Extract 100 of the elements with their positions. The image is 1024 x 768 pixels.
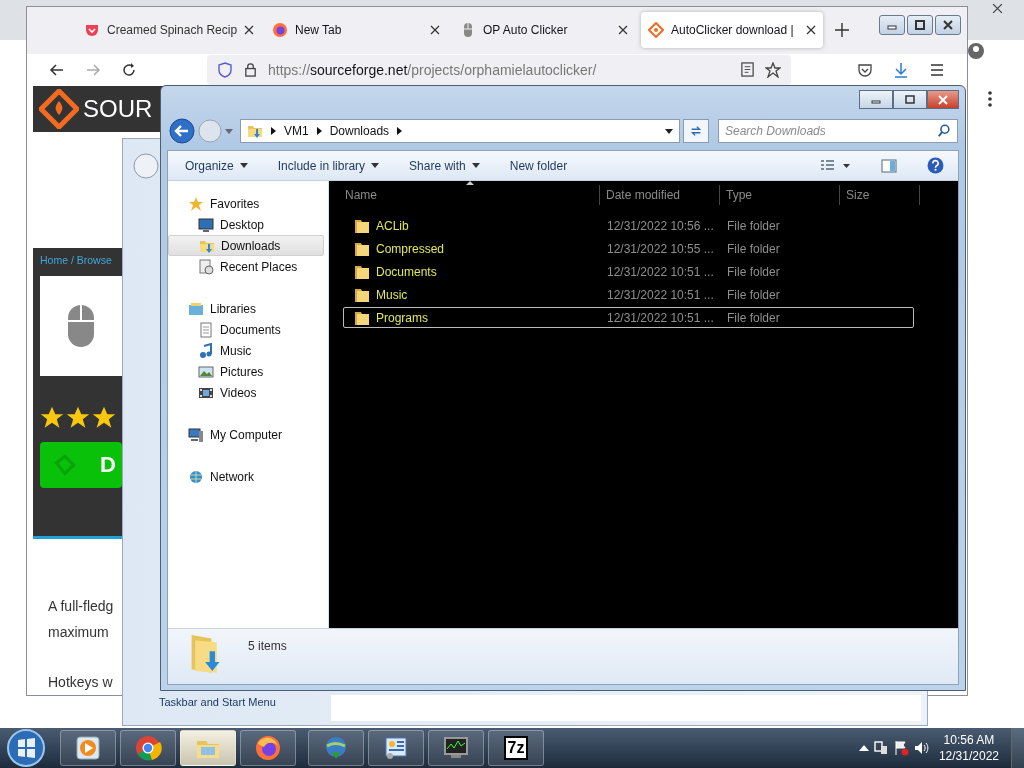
- taskbar-app-button[interactable]: [308, 730, 364, 766]
- column-header[interactable]: Size: [840, 185, 920, 205]
- breadcrumb-arrow-icon[interactable]: [397, 127, 403, 135]
- nav-item[interactable]: Downloads: [168, 235, 324, 256]
- show-hidden-icons-icon[interactable]: [858, 745, 869, 751]
- breadcrumb-item[interactable]: VM1: [284, 124, 309, 138]
- file-row[interactable]: Programs 12/31/2022 10:51 ... File folder: [343, 307, 914, 328]
- address-field[interactable]: VM1 Downloads: [240, 119, 680, 143]
- menu-icon[interactable]: [929, 61, 945, 78]
- mouse-icon: [67, 304, 95, 348]
- browser-tab[interactable]: OP Auto Clicker: [453, 12, 635, 49]
- pocket-icon[interactable]: [857, 61, 873, 78]
- taskbar-app-button[interactable]: [120, 730, 176, 766]
- toolbar-button[interactable]: Include in library: [277, 158, 380, 173]
- search-input[interactable]: Search Downloads: [725, 124, 931, 138]
- toolbar-button[interactable]: New folder: [509, 158, 568, 173]
- file-type: File folder: [726, 287, 781, 302]
- minimize-button[interactable]: [879, 15, 905, 35]
- column-header[interactable]: Type: [720, 185, 840, 205]
- tab-title: New Tab: [295, 23, 343, 38]
- minimize-button[interactable]: [859, 90, 893, 109]
- file-row[interactable]: ACLib 12/31/2022 10:56 ... File folder: [343, 215, 914, 236]
- star-icon[interactable]: [765, 61, 781, 78]
- nav-item[interactable]: Libraries: [168, 298, 328, 319]
- breadcrumb-arrow-icon[interactable]: [271, 127, 276, 135]
- nav-item[interactable]: Music: [168, 340, 328, 361]
- menu-icon[interactable]: [988, 91, 992, 107]
- clock[interactable]: 10:56 AM 12/31/2022: [938, 732, 999, 764]
- media-player-icon: [74, 734, 102, 762]
- taskbar-app-button[interactable]: [368, 730, 424, 766]
- tab-title: Creamed Spinach Recip: [107, 23, 238, 38]
- volume-icon[interactable]: [912, 740, 929, 756]
- nav-item[interactable]: Network: [168, 466, 328, 487]
- download-logo-icon: [52, 452, 78, 478]
- file-type: File folder: [726, 218, 781, 233]
- address-bar[interactable]: https://sourceforge.net/projects/orphamielautoclicker/: [207, 54, 791, 85]
- breadcrumb-link[interactable]: Home / Browse: [40, 254, 112, 266]
- shield-icon[interactable]: [217, 61, 233, 78]
- browser-tab[interactable]: New Tab: [265, 12, 447, 49]
- settings-link[interactable]: Taskbar and Start Menu: [159, 696, 276, 708]
- help-icon[interactable]: [927, 157, 944, 174]
- history-caret-icon[interactable]: [225, 128, 233, 134]
- taskbar-app-button[interactable]: 7z: [488, 730, 544, 766]
- maximize-button[interactable]: [893, 90, 927, 109]
- nav-item[interactable]: Pictures: [168, 361, 328, 382]
- folder-icon: [354, 240, 370, 257]
- start-button[interactable]: [6, 728, 46, 768]
- folder-icon: [354, 286, 370, 303]
- close-icon[interactable]: [430, 25, 440, 36]
- reload-icon[interactable]: [121, 61, 137, 78]
- taskbar-app-button[interactable]: [240, 730, 296, 766]
- reader-view-icon[interactable]: [740, 62, 755, 78]
- file-type: File folder: [726, 264, 781, 279]
- column-header[interactable]: Date modified: [600, 185, 720, 205]
- logo-text[interactable]: SOUR: [83, 95, 153, 123]
- nav-label: Libraries: [210, 301, 257, 316]
- close-button[interactable]: [927, 90, 959, 109]
- profile-icon[interactable]: [968, 43, 984, 59]
- nav-item[interactable]: Videos: [168, 382, 328, 403]
- back-button[interactable]: [169, 118, 195, 144]
- folder-icon: [354, 309, 370, 326]
- breadcrumb-arrow-icon[interactable]: [316, 127, 322, 135]
- browser-tab[interactable]: AutoClicker download |: [641, 12, 823, 49]
- logo-icon[interactable]: [39, 89, 79, 129]
- breadcrumb-item[interactable]: Downloads: [329, 124, 390, 138]
- toolbar-button[interactable]: Organize: [185, 158, 248, 173]
- pictures-icon: [198, 363, 214, 380]
- toolbar-button[interactable]: Share with: [409, 158, 480, 173]
- folder-icon: [354, 263, 370, 280]
- taskbar-app-button[interactable]: [428, 730, 484, 766]
- nav-item[interactable]: Recent Places: [168, 256, 328, 277]
- view-options-icon[interactable]: [821, 158, 851, 173]
- flag-icon[interactable]: [892, 740, 909, 756]
- nav-item[interactable]: Desktop: [168, 214, 328, 235]
- file-date: 12/31/2022 10:55 ...: [606, 241, 715, 256]
- file-name: ACLib: [376, 218, 409, 233]
- browser-tab[interactable]: Creamed Spinach Recip: [77, 12, 259, 49]
- star-icon: [40, 406, 64, 430]
- maximize-button[interactable]: [907, 15, 933, 35]
- nav-label: Downloads: [221, 238, 281, 253]
- file-row[interactable]: Compressed 12/31/2022 10:55 ... File folder: [343, 238, 914, 259]
- nav-item[interactable]: Favorites: [168, 193, 328, 214]
- refresh-button[interactable]: [683, 119, 709, 143]
- file-name: Compressed: [376, 241, 445, 256]
- caret-icon[interactable]: [665, 128, 673, 134]
- close-icon[interactable]: [618, 25, 628, 36]
- network-icon[interactable]: [872, 740, 889, 756]
- nav-item[interactable]: Documents: [168, 319, 328, 340]
- close-icon[interactable]: [806, 25, 816, 36]
- download-icon[interactable]: [893, 61, 909, 78]
- taskbar-app-button[interactable]: [60, 730, 116, 766]
- close-icon[interactable]: [244, 25, 255, 36]
- search-field[interactable]: Search Downloads: [718, 119, 958, 143]
- nav-item[interactable]: My Computer: [168, 424, 328, 445]
- plus-icon[interactable]: [835, 23, 849, 38]
- file-row[interactable]: Documents 12/31/2022 10:51 ... File folder: [343, 261, 914, 282]
- close-icon: [943, 20, 953, 30]
- close-icon[interactable]: [992, 3, 1003, 14]
- file-row[interactable]: Music 12/31/2022 10:51 ... File folder: [343, 284, 914, 305]
- close-button[interactable]: [935, 15, 961, 35]
